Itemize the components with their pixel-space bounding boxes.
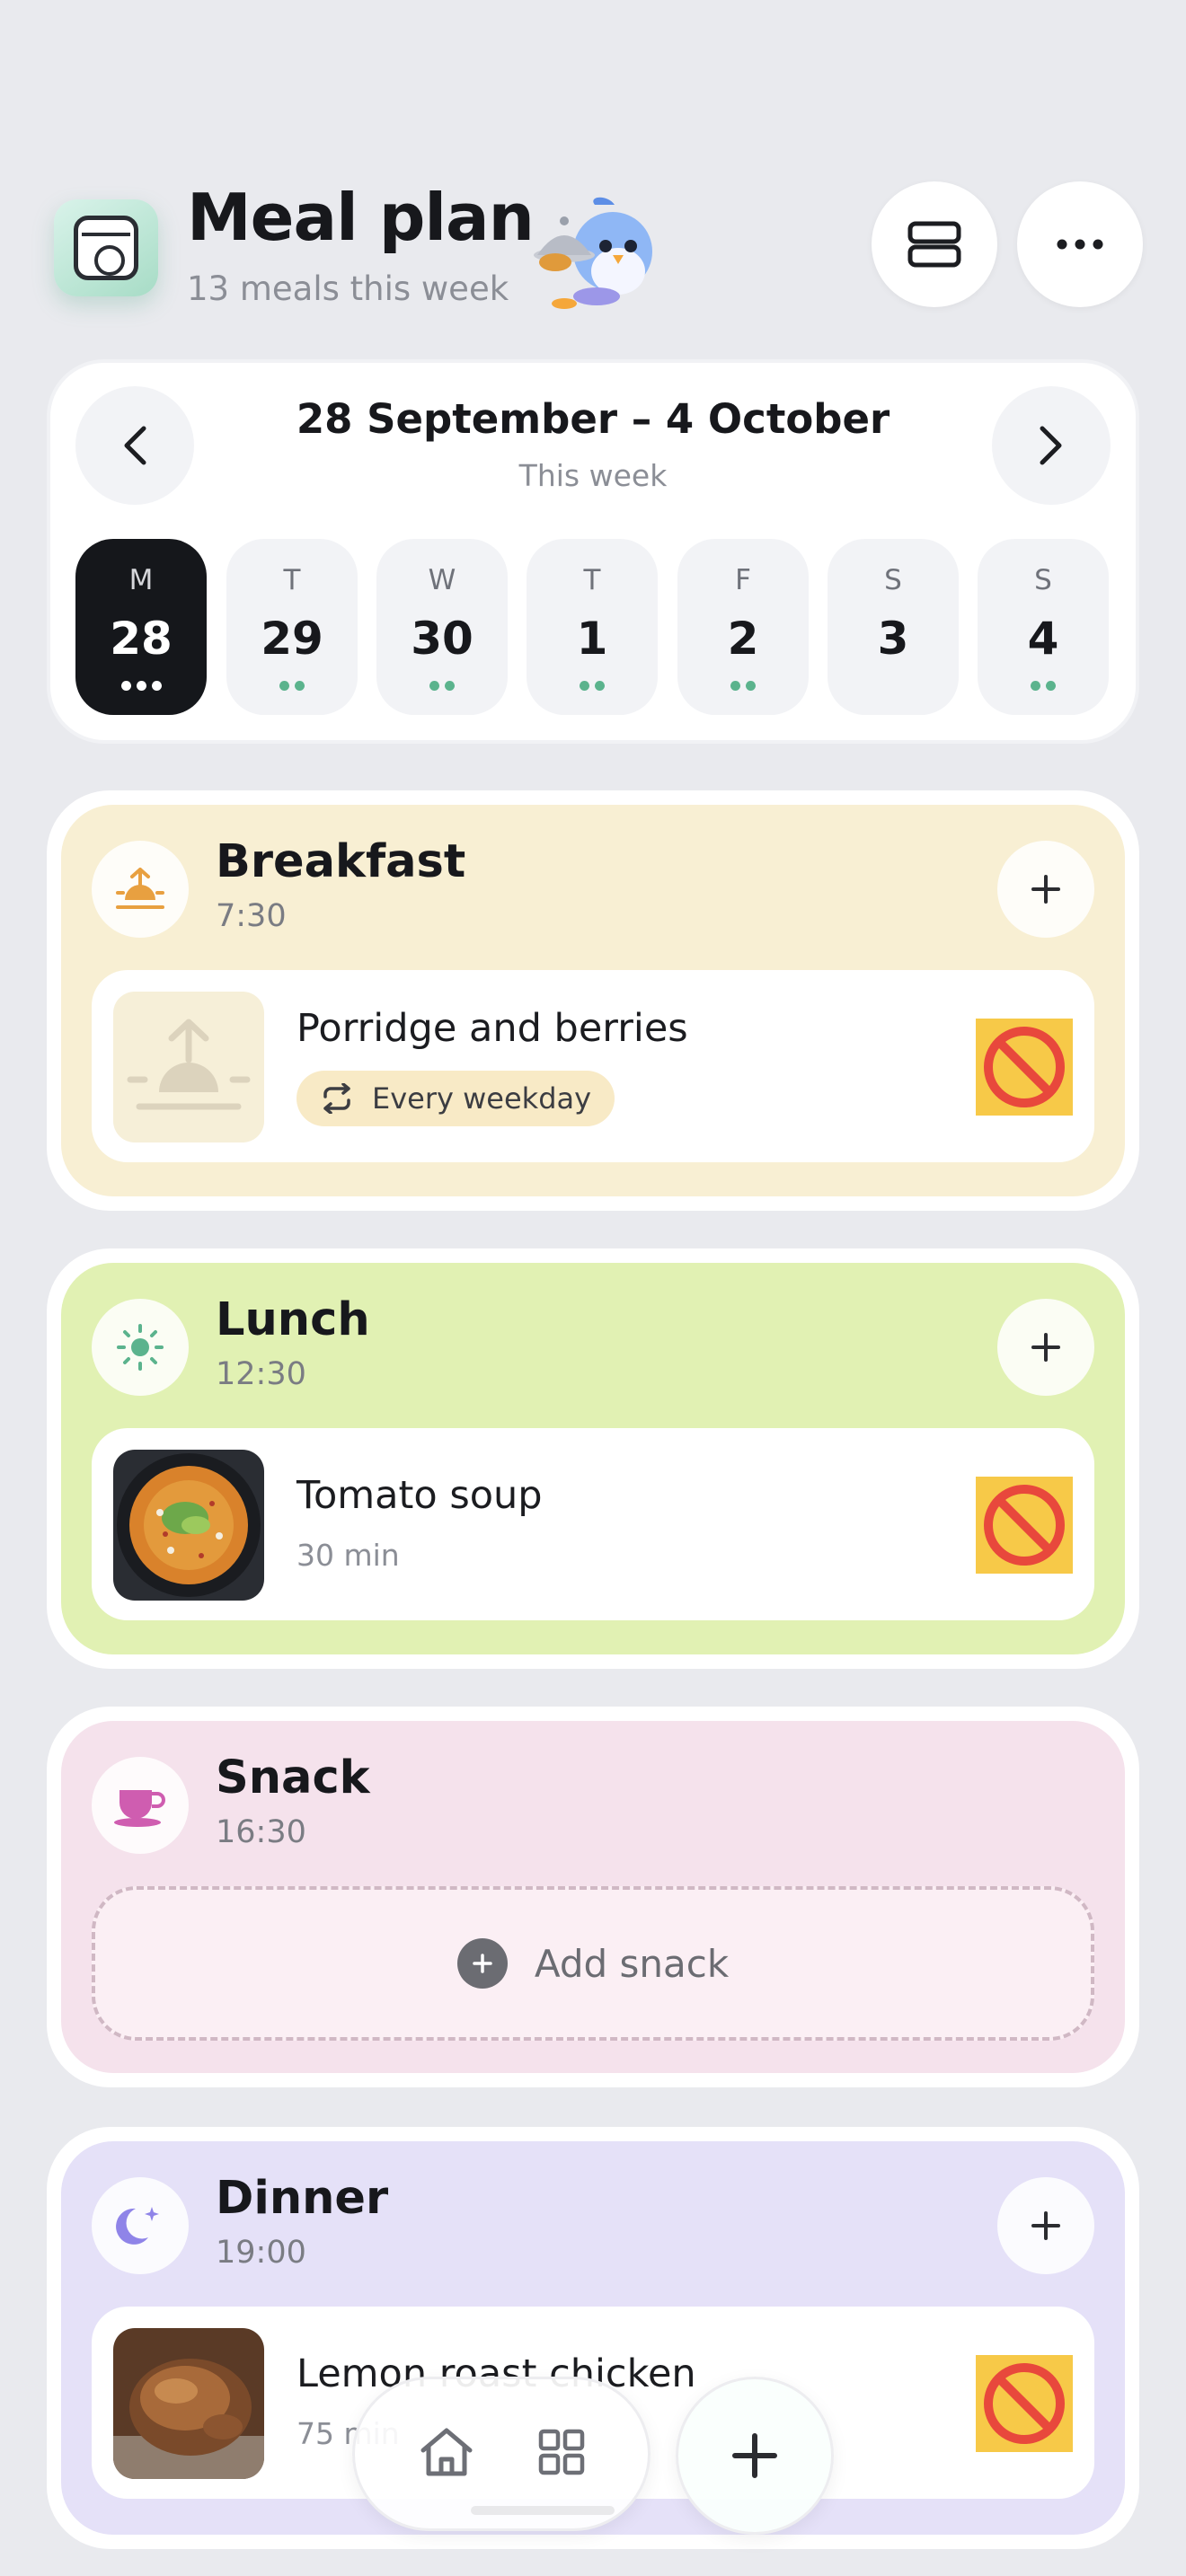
more-options-button[interactable] — [1017, 181, 1143, 307]
week-label: This week — [518, 458, 668, 493]
add-dinner-button[interactable] — [997, 2177, 1094, 2274]
day-wed-30[interactable]: W 30 — [376, 539, 508, 715]
meal-dots — [376, 681, 508, 691]
lunch-title: Lunch — [216, 1293, 370, 1346]
add-snack-label: Add snack — [534, 1941, 730, 1986]
moon-stars-icon — [92, 2177, 189, 2274]
dinner-time: 19:00 — [216, 2235, 306, 2271]
snack-title: Snack — [216, 1751, 370, 1804]
sunrise-icon — [92, 841, 189, 938]
home-tab[interactable] — [418, 2425, 475, 2483]
day-number: 28 — [110, 613, 173, 665]
layout-rows-icon — [907, 221, 961, 268]
day-letter: T — [583, 564, 601, 596]
next-week-button[interactable] — [992, 386, 1111, 505]
home-indicator — [471, 2506, 615, 2515]
plus-icon — [732, 2433, 777, 2478]
more-horizontal-icon — [1057, 239, 1103, 250]
prohibited-icon — [984, 2363, 1065, 2444]
dinner-title: Dinner — [216, 2172, 389, 2225]
add-breakfast-button[interactable] — [997, 841, 1094, 938]
plus-icon — [1031, 875, 1060, 904]
day-letter: S — [884, 564, 902, 596]
prohibited-icon — [984, 1485, 1065, 1566]
chevron-right-icon — [1040, 426, 1062, 465]
day-number: 29 — [261, 613, 323, 665]
day-sat-3[interactable]: S 3 — [828, 539, 959, 715]
sunrise-placeholder-image — [113, 992, 264, 1142]
remove-lunch-button[interactable] — [976, 1477, 1073, 1574]
page-title: Meal plan — [187, 180, 535, 255]
breakfast-item-title: Porridge and berries — [296, 1006, 688, 1051]
roast-chicken-photo — [113, 2328, 264, 2479]
plus-icon — [1031, 1333, 1060, 1362]
meal-dots — [527, 681, 658, 691]
add-meal-fab[interactable] — [676, 2377, 834, 2535]
home-icon — [420, 2428, 473, 2476]
sun-icon — [92, 1299, 189, 1396]
snack-time: 16:30 — [216, 1814, 306, 1850]
remove-breakfast-button[interactable] — [976, 1019, 1073, 1116]
lunch-item-duration: 30 min — [296, 1538, 400, 1573]
app-calendar-icon — [54, 199, 158, 296]
add-lunch-button[interactable] — [997, 1299, 1094, 1396]
plus-circle-icon — [456, 1938, 508, 1989]
meal-dots — [226, 681, 358, 691]
layout-toggle-button[interactable] — [872, 181, 997, 307]
prohibited-icon — [984, 1027, 1065, 1107]
bird-chef-mascot — [534, 197, 652, 309]
day-sun-4[interactable]: S 4 — [978, 539, 1109, 715]
day-letter: F — [735, 564, 751, 596]
breakfast-time: 7:30 — [216, 898, 287, 934]
day-letter: W — [428, 564, 456, 596]
grid-icon — [538, 2429, 585, 2475]
day-tue-29[interactable]: T 29 — [226, 539, 358, 715]
day-number: 3 — [877, 613, 909, 665]
day-letter: S — [1034, 564, 1052, 596]
tomato-soup-photo — [113, 1450, 264, 1601]
day-number: 30 — [411, 613, 474, 665]
meal-dots — [978, 681, 1109, 691]
day-number: 4 — [1027, 613, 1059, 665]
day-letter: T — [283, 564, 301, 596]
day-thu-1[interactable]: T 1 — [527, 539, 658, 715]
day-number: 2 — [727, 613, 759, 665]
repeat-tag: Every weekday — [296, 1071, 615, 1126]
meal-dots — [677, 681, 809, 691]
teacup-icon — [92, 1757, 189, 1854]
repeat-tag-label: Every weekday — [372, 1081, 592, 1116]
lunch-item-title: Tomato soup — [296, 1473, 543, 1518]
page-subtitle: 13 meals this week — [187, 269, 509, 308]
week-range: 28 September – 4 October — [296, 395, 890, 443]
chevron-left-icon — [124, 426, 146, 465]
day-letter: M — [128, 564, 154, 596]
repeat-icon — [323, 1083, 350, 1114]
add-snack-button[interactable]: Add snack — [92, 1886, 1094, 2041]
meal-dots — [75, 681, 207, 691]
remove-dinner-button[interactable] — [976, 2355, 1073, 2452]
lunch-time: 12:30 — [216, 1356, 306, 1392]
day-mon-28[interactable]: M 28 — [75, 539, 207, 715]
breakfast-title: Breakfast — [216, 835, 466, 888]
day-number: 1 — [576, 613, 608, 665]
plus-icon — [1031, 2211, 1060, 2240]
browse-tab[interactable] — [538, 2429, 585, 2479]
day-fri-2[interactable]: F 2 — [677, 539, 809, 715]
previous-week-button[interactable] — [75, 386, 194, 505]
